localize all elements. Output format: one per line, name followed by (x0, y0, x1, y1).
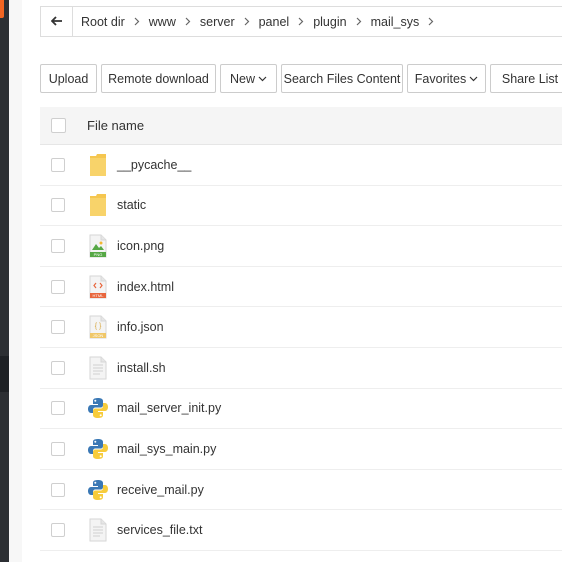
table-row[interactable]: mail_server_init.py (40, 388, 562, 430)
search-files-content-label: Search Files Content (283, 71, 401, 86)
row-checkbox[interactable] (51, 401, 65, 416)
table-row[interactable]: mail_sys_main.py (40, 429, 562, 470)
chevron-down-icon (469, 76, 478, 82)
table-row[interactable]: { } JSON info.json (40, 307, 562, 348)
new-dropdown-button[interactable]: New (220, 64, 277, 93)
json-file-icon: { } JSON (87, 313, 109, 341)
upload-button[interactable]: Upload (40, 64, 97, 93)
table-row[interactable]: PNG icon.png (40, 226, 562, 267)
png-file-icon: PNG (87, 232, 109, 260)
svg-text:PNG: PNG (94, 252, 103, 257)
breadcrumb-item-label: Root dir (81, 14, 125, 29)
left-sidebar-edge (0, 0, 22, 562)
table-row[interactable]: __pycache__ (40, 145, 562, 186)
new-label: New (230, 71, 256, 86)
table-header: File name (40, 107, 562, 145)
chevron-right-icon (134, 17, 140, 26)
row-checkbox[interactable] (51, 482, 65, 497)
file-name-link[interactable]: __pycache__ (117, 158, 191, 172)
file-name-column-header[interactable]: File name (87, 118, 144, 133)
breadcrumb-item[interactable]: www (149, 15, 200, 29)
breadcrumb: Root dir www server panel plugin mail_sys (40, 6, 562, 37)
nav-selected-item (0, 356, 9, 392)
python-file-icon (87, 435, 109, 463)
chevron-right-icon (356, 17, 362, 26)
row-checkbox[interactable] (51, 279, 65, 294)
chevron-right-icon (428, 17, 434, 26)
svg-text:JSON: JSON (93, 333, 104, 338)
chevron-right-icon (244, 17, 250, 26)
breadcrumb-item[interactable]: Root dir (81, 15, 149, 29)
file-name-link[interactable]: mail_sys_main.py (117, 442, 216, 456)
table-row[interactable]: receive_mail.py (40, 469, 562, 511)
breadcrumb-item[interactable]: mail_sys (371, 15, 444, 29)
breadcrumb-list: Root dir www server panel plugin mail_sys (73, 15, 443, 29)
breadcrumb-item-label: panel (258, 14, 290, 29)
row-checkbox[interactable] (51, 441, 65, 456)
breadcrumb-item-label: www (148, 14, 176, 29)
svg-text:{ }: { } (95, 323, 102, 330)
file-name-link[interactable]: index.html (117, 280, 174, 294)
file-name-link[interactable]: install.sh (117, 361, 166, 375)
file-table: File name __pycache__static PNG icon.png HT… (40, 107, 562, 551)
breadcrumb-item-label: mail_sys (370, 14, 420, 29)
file-name-link[interactable]: services_file.txt (117, 523, 202, 537)
file-name-link[interactable]: info.json (117, 320, 164, 334)
search-files-content-button[interactable]: Search Files Content (281, 64, 403, 93)
file-name-link[interactable]: icon.png (117, 239, 164, 253)
toolbar: Upload Remote download New Search Files … (40, 64, 562, 93)
folder-icon (87, 151, 109, 179)
remote-download-label: Remote download (108, 71, 209, 86)
row-checkbox[interactable] (51, 157, 65, 172)
row-checkbox[interactable] (51, 320, 65, 335)
table-row[interactable]: install.sh (40, 347, 562, 389)
favorites-label: Favorites (414, 71, 467, 86)
html-file-icon: HTML (87, 273, 109, 301)
breadcrumb-item[interactable]: server (200, 15, 259, 29)
text-file-icon (87, 516, 109, 544)
row-checkbox[interactable] (51, 360, 65, 375)
nav-active-indicator (0, 0, 4, 18)
table-row[interactable]: static (40, 185, 562, 227)
favorites-dropdown-button[interactable]: Favorites (407, 64, 486, 93)
remote-download-button[interactable]: Remote download (101, 64, 216, 93)
table-row[interactable]: services_file.txt (40, 510, 562, 551)
chevron-right-icon (185, 17, 191, 26)
row-checkbox[interactable] (51, 238, 65, 253)
row-checkbox[interactable] (51, 198, 65, 213)
text-file-icon (87, 354, 109, 382)
share-list-button[interactable]: Share List (490, 64, 562, 93)
breadcrumb-item-label: plugin (313, 14, 347, 29)
breadcrumb-item[interactable]: plugin (313, 15, 370, 29)
file-name-link[interactable]: receive_mail.py (117, 483, 204, 497)
file-name-link[interactable]: static (117, 198, 146, 212)
table-row[interactable]: HTML index.html (40, 266, 562, 308)
chevron-down-icon (258, 76, 267, 82)
arrow-left-icon (50, 15, 63, 29)
file-manager-panel: Root dir www server panel plugin mail_sys Upl… (22, 0, 562, 562)
share-list-label: Share List (501, 71, 559, 86)
select-all-checkbox[interactable] (51, 118, 66, 133)
back-button[interactable] (41, 7, 73, 36)
upload-label: Upload (48, 71, 89, 86)
python-file-icon (87, 476, 109, 504)
svg-text:HTML: HTML (93, 293, 105, 298)
python-file-icon (87, 394, 109, 422)
chevron-right-icon (298, 17, 304, 26)
row-checkbox[interactable] (51, 523, 65, 538)
folder-icon (87, 191, 109, 219)
file-name-link[interactable]: mail_server_init.py (117, 401, 221, 415)
left-nav-bar (0, 0, 9, 562)
breadcrumb-item-label: server (199, 14, 235, 29)
breadcrumb-item[interactable]: panel (259, 15, 314, 29)
file-rows: __pycache__static PNG icon.png HTML index.ht… (40, 145, 562, 551)
